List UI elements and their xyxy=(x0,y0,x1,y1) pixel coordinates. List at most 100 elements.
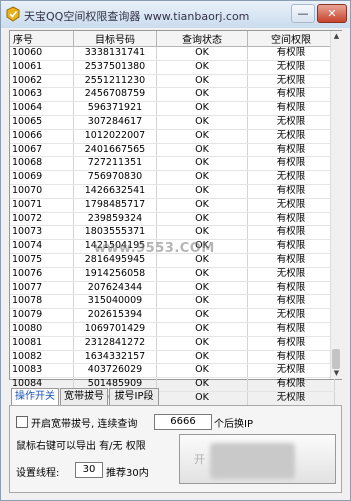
cell-status: OK xyxy=(156,87,248,103)
cell-permission: 有权限 xyxy=(247,101,335,116)
cell-seq: 10066 xyxy=(10,129,74,144)
cell-permission: 无权限 xyxy=(247,170,335,185)
cell-number: 1012022007 xyxy=(73,129,157,144)
thread-count-input[interactable]: 30 xyxy=(75,462,103,478)
cell-permission: 有权限 xyxy=(247,322,335,337)
table-row[interactable]: 10073 1803555371 OK 有权限 xyxy=(10,225,335,241)
table-row[interactable]: 10061 2537501380 OK 无权限 xyxy=(10,60,335,75)
table-row[interactable]: 10074 1421504195 OK 有权限 xyxy=(10,239,335,254)
table-row[interactable]: 10083 403726029 OK 无权限 xyxy=(10,363,335,379)
thread-hint: 推荐30内 xyxy=(106,468,149,479)
table-row[interactable]: 10080 1069701429 OK 有权限 xyxy=(10,322,335,337)
cell-number: 2816495945 xyxy=(73,253,157,268)
table-row[interactable]: 10072 239859324 OK 有权限 xyxy=(10,212,335,227)
switch-ip-count-input[interactable]: 6666 xyxy=(154,414,212,430)
table-row[interactable]: 10064 596371921 OK 有权限 xyxy=(10,101,335,116)
cell-permission: 有权限 xyxy=(247,377,335,392)
column-header-number[interactable]: 目标号码 xyxy=(73,31,157,47)
tab-operation-switch[interactable]: 操作开关 xyxy=(11,388,59,406)
table-row[interactable]: 10067 2401667565 OK 有权限 xyxy=(10,143,335,158)
broadband-checkbox-label[interactable]: 开启宽带拔号, 连续查询 xyxy=(31,415,137,430)
cell-status: OK xyxy=(156,184,248,199)
title-bar[interactable]: 天宝QQ空间权限查询器 www.tianbaorj.com — ✕ xyxy=(1,1,350,28)
minimize-button[interactable]: — xyxy=(291,4,315,23)
cell-permission: 无权限 xyxy=(247,308,335,323)
table-row[interactable]: 10070 1426632541 OK 有权限 xyxy=(10,184,335,199)
cell-permission: 有权限 xyxy=(247,253,335,268)
cell-seq: 10082 xyxy=(10,350,74,365)
column-header-permission[interactable]: 空间权限 xyxy=(247,31,335,47)
header-row: 序号 目标号码 查询状态 空间权限 xyxy=(10,31,335,47)
scroll-down-arrow-icon[interactable]: ▼ xyxy=(331,368,342,379)
cell-seq: 10081 xyxy=(10,336,74,351)
tab-broadband-dial[interactable]: 宽带拔号 xyxy=(60,388,108,405)
cell-seq: 10064 xyxy=(10,101,74,116)
cell-permission: 无权限 xyxy=(247,363,335,379)
table-row[interactable]: 10075 2816495945 OK 有权限 xyxy=(10,253,335,268)
results-grid[interactable]: 序号 目标号码 查询状态 空间权限 10060 3338131741 OK 有权限 10… xyxy=(9,30,342,461)
table-row[interactable]: 10077 207624344 OK 有权限 xyxy=(10,281,335,296)
cell-seq: 10070 xyxy=(10,184,74,199)
cell-seq: 10071 xyxy=(10,198,74,213)
app-icon xyxy=(6,6,20,22)
broadband-checkbox[interactable] xyxy=(16,416,28,428)
cell-seq: 10083 xyxy=(10,363,74,379)
window-title: 天宝QQ空间权限查询器 www.tianbaorj.com xyxy=(24,10,250,23)
app-window: 天宝QQ空间权限查询器 www.tianbaorj.com — ✕ 序号 目标号… xyxy=(0,0,351,501)
table-row[interactable]: 10065 307284617 OK 无权限 xyxy=(10,115,335,130)
cell-number: 2401667565 xyxy=(73,143,157,158)
cell-status: OK xyxy=(156,60,248,75)
table-row[interactable]: 10068 727211351 OK 有权限 xyxy=(10,156,335,172)
cell-seq: 10060 xyxy=(10,46,74,61)
cell-status: OK xyxy=(156,294,248,310)
vertical-scrollbar[interactable]: ▲ ▼ xyxy=(330,31,342,379)
cell-seq: 10062 xyxy=(10,74,74,89)
cell-seq: 10061 xyxy=(10,60,74,75)
cell-seq: 10074 xyxy=(10,239,74,254)
table-row[interactable]: 10078 315040009 OK 有权限 xyxy=(10,294,335,310)
cell-status: OK xyxy=(156,336,248,351)
cell-status: OK xyxy=(156,377,248,392)
cell-seq: 10063 xyxy=(10,87,74,103)
cell-number: 1421504195 xyxy=(73,239,157,254)
cell-seq: 10065 xyxy=(10,115,74,130)
scrollbar-thumb[interactable] xyxy=(332,349,340,369)
cell-seq: 10068 xyxy=(10,156,74,172)
cell-permission: 有权限 xyxy=(247,46,335,61)
thread-label: 设置线程: xyxy=(16,468,60,479)
table-row[interactable]: 10082 1634332157 OK 有权限 xyxy=(10,350,335,365)
cell-status: OK xyxy=(156,46,248,61)
cell-number: 727211351 xyxy=(73,156,157,172)
cell-number: 207624344 xyxy=(73,281,157,296)
column-header-status[interactable]: 查询状态 xyxy=(156,31,248,47)
blurred-overlay xyxy=(210,443,295,479)
switch-ip-label: 个后换IP xyxy=(214,419,253,430)
scroll-up-arrow-icon[interactable]: ▲ xyxy=(331,31,342,42)
cell-status: OK xyxy=(156,74,248,89)
cell-permission: 有权限 xyxy=(247,184,335,199)
table-row[interactable]: 10076 1914256058 OK 无权限 xyxy=(10,267,335,282)
table-row[interactable]: 10066 1012022007 OK 无权限 xyxy=(10,129,335,144)
cell-number: 202615394 xyxy=(73,308,157,323)
table-row[interactable]: 10069 756970830 OK 无权限 xyxy=(10,170,335,185)
table-row[interactable]: 10081 2312841272 OK 有权限 xyxy=(10,336,335,351)
table-row[interactable]: 10079 202615394 OK 无权限 xyxy=(10,308,335,323)
column-header-seq[interactable]: 序号 xyxy=(10,31,74,47)
tab-dial-ip-range[interactable]: 拔号IP段 xyxy=(109,388,159,405)
cell-seq: 10067 xyxy=(10,143,74,158)
table-row[interactable]: 10060 3338131741 OK 有权限 xyxy=(10,46,335,61)
table-row[interactable]: 10063 2456708759 OK 有权限 xyxy=(10,87,335,103)
table-row[interactable]: 10071 1798485717 OK 无权限 xyxy=(10,198,335,213)
cell-status: OK xyxy=(156,281,248,296)
cell-number: 1634332157 xyxy=(73,350,157,365)
table-row[interactable]: 10062 2551211230 OK 无权限 xyxy=(10,74,335,89)
close-button[interactable]: ✕ xyxy=(317,4,347,23)
cell-number: 403726029 xyxy=(73,363,157,379)
cell-status: OK xyxy=(156,115,248,130)
cell-permission: 无权限 xyxy=(247,198,335,213)
cell-seq: 10072 xyxy=(10,212,74,227)
cell-seq: 10076 xyxy=(10,267,74,282)
cell-number: 2551211230 xyxy=(73,74,157,89)
start-button[interactable]: 开 xyxy=(179,434,336,484)
cell-status: OK xyxy=(156,225,248,241)
